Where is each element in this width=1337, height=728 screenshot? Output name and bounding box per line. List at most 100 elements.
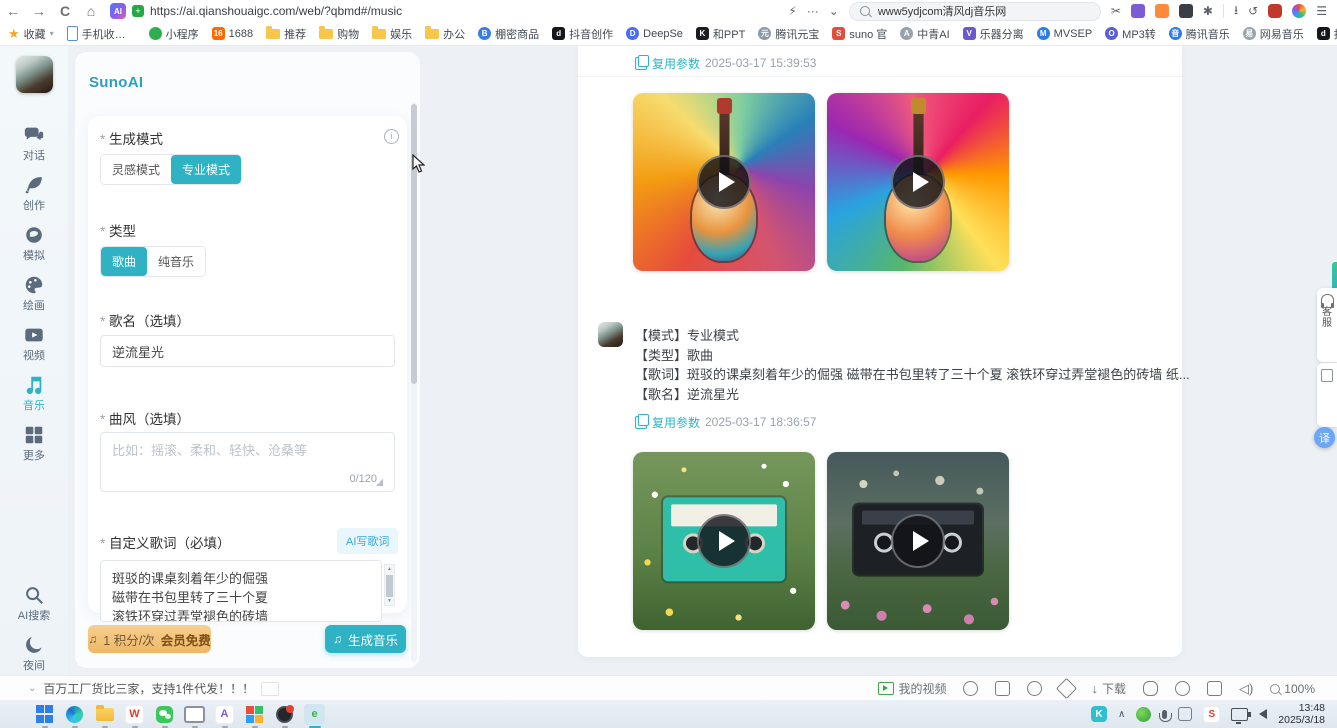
guitar-art-1[interactable] [633,93,815,271]
image-icon[interactable] [995,681,1010,696]
microphone-icon[interactable] [1162,710,1167,719]
info-icon[interactable]: i [384,129,399,144]
chevron-down-icon[interactable]: ⌄ [829,4,839,18]
play-button[interactable] [891,514,945,568]
theme-wheel-icon[interactable] [1292,4,1306,18]
sidebar-item-more[interactable]: 更多 [0,424,68,463]
play-button[interactable] [697,155,751,209]
face-icon[interactable] [1027,681,1042,696]
bookmark-item[interactable]: 娱乐 [372,26,412,42]
type-option-song[interactable]: 歌曲 [101,247,147,276]
bookmark-item[interactable]: ★收藏▾ [8,26,54,42]
obs-icon[interactable] [274,704,295,725]
search-input[interactable] [876,4,1060,18]
wechat-icon[interactable] [154,704,175,725]
credits-badge[interactable]: ♫ 1 积分/次 会员免费 [88,625,211,653]
scroll-thumb[interactable] [386,575,393,597]
glasses-icon[interactable] [1143,681,1158,696]
remote-icon[interactable] [1178,707,1192,721]
ext-orange-icon[interactable] [1155,4,1169,18]
reuse-params-button[interactable]: 复用参数 [635,414,700,431]
guitar-art-2[interactable] [827,93,1009,271]
bookmark-item[interactable]: K和PPT [696,26,745,42]
bookmark-item[interactable]: d抖音音乐 [1317,26,1337,42]
menu-icon[interactable]: ☰ [1316,4,1327,18]
cassette-art-2[interactable] [827,452,1009,630]
download-button[interactable]: ↓ 下载 [1091,680,1126,697]
bookmark-item[interactable]: d抖音创作 [552,26,613,42]
lyrics-scrollbar[interactable]: ▲ ▼ [384,564,395,606]
mode-option-professional[interactable]: 专业模式 [171,155,241,184]
file-explorer-icon[interactable] [94,704,115,725]
bookmark-item[interactable]: 161688 [212,27,253,40]
bookmark-item[interactable]: 推荐 [266,26,306,42]
edge-icon[interactable] [64,704,85,725]
customer-service-tab[interactable]: 客服 [1317,288,1337,362]
reuse-params-button[interactable]: 复用参数 [635,55,700,72]
refresh-icon[interactable]: C [52,3,78,19]
collapse-icon[interactable]: ⌄ [28,683,36,694]
sound-icon[interactable]: ◁) [1239,681,1253,697]
browser-360-icon[interactable]: e [304,704,325,725]
wps-icon[interactable]: W [124,704,145,725]
forward-icon[interactable]: → [26,3,52,19]
play-button[interactable] [697,514,751,568]
start-button[interactable] [34,704,55,725]
sidebar-tools-tab[interactable] [1317,363,1337,427]
shield-icon[interactable] [963,681,978,696]
ai-app-icon[interactable]: A [214,704,235,725]
play-button[interactable] [891,155,945,209]
panel-scroll-thumb[interactable] [411,104,417,384]
song-name-input[interactable] [100,335,395,367]
sidebar-item-search[interactable]: AI搜索 [0,584,68,623]
bookmark-item[interactable]: 易网易音乐 [1243,26,1304,42]
sidebar-item-pen[interactable]: 创作 [0,174,68,213]
generate-music-button[interactable]: ♫ 生成音乐 [325,625,406,653]
my-videos-button[interactable]: 我的视频 [878,680,946,697]
home-icon[interactable]: ⌂ [78,3,104,19]
mode-option-inspiration[interactable]: 灵感模式 [101,155,171,184]
undo-icon[interactable]: ↺ [1248,4,1258,18]
bookmark-item[interactable]: 购物 [319,26,359,42]
bookmark-item[interactable]: Ssuno 官 [832,26,887,42]
lightning-icon[interactable]: ⚡ [788,4,796,18]
url-text[interactable]: https://ai.qianshouaigc.com/web/?qbmd#/m… [150,4,402,18]
zoom-control[interactable]: 100% [1270,682,1315,696]
bookmark-item[interactable]: 办公 [425,26,465,42]
scroll-up-icon[interactable]: ▲ [386,565,393,573]
avatar[interactable] [16,56,53,93]
search-box[interactable] [849,2,1101,21]
snip-tool-icon[interactable] [184,704,205,725]
bookmark-item[interactable]: 元腾讯元宝 [758,26,819,42]
promo-notice[interactable]: 百万工厂货比三家，支持1件代发！！！ [43,680,254,697]
sidebar-item-music[interactable]: 音乐 [0,374,68,413]
type-option-instrumental[interactable]: 纯音乐 [147,247,205,276]
sogou-icon[interactable]: S [1203,706,1220,723]
bookmark-item[interactable]: DDeepSe [626,27,683,40]
coin-icon[interactable] [1136,707,1151,722]
translate-bubble[interactable]: 译 [1314,427,1335,448]
cassette-art-1[interactable] [633,452,815,630]
scroll-down-icon[interactable]: ▼ [386,597,393,605]
bookmark-item[interactable]: 小程序 [149,26,199,42]
back-icon[interactable]: ← [0,3,26,19]
bookmark-item[interactable]: B棚密商品 [478,26,539,42]
sidebar-item-chat[interactable]: 对话 [0,124,68,163]
workspace-icon[interactable] [1268,4,1282,18]
tray-expand-icon[interactable]: ∧ [1118,709,1125,720]
download-manager-icon[interactable]: ⭳ [1234,1,1238,22]
sidebar-item-video[interactable]: 视频 [0,324,68,363]
bookmark-item[interactable]: MMVSEP [1037,27,1093,40]
volume-icon[interactable] [1259,709,1267,719]
resize-handle[interactable] [376,479,383,486]
app-grid-icon[interactable] [244,704,265,725]
panel-scrollbar[interactable] [411,102,417,662]
lyrics-textarea[interactable]: 斑驳的课桌刻着年少的倔强 磁带在书包里转了三十个夏 滚铁环穿过弄堂褪色的砖墙 [100,560,382,622]
clock[interactable]: 13:48 2025/3/18 [1278,702,1325,726]
bookmark-item[interactable]: A中青AI [900,26,949,42]
ext-dark-icon[interactable] [1179,4,1193,18]
translate-ext-icon[interactable] [1131,4,1145,18]
bookmark-item[interactable]: OMP3转 [1105,26,1156,42]
speed-icon[interactable] [1175,681,1190,696]
bookmark-item[interactable]: V乐器分离 [963,26,1024,42]
